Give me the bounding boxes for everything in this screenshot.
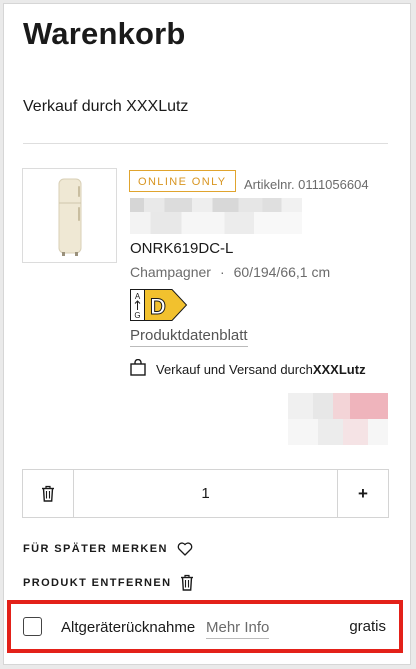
- datasheet-link[interactable]: Produktdatenblatt: [130, 327, 248, 347]
- product-color: Champagner: [130, 264, 211, 280]
- increase-quantity-button[interactable]: +: [337, 470, 388, 517]
- trash-icon: [180, 574, 194, 591]
- save-for-later-label: FÜR SPÄTER MERKEN: [23, 543, 168, 555]
- quantity-value[interactable]: 1: [74, 470, 337, 517]
- save-for-later-button[interactable]: FÜR SPÄTER MERKEN: [23, 542, 193, 556]
- energy-scale-bottom: G: [134, 311, 140, 320]
- heart-icon: [177, 542, 193, 556]
- shipping-text: Verkauf und Versand durch: [156, 361, 313, 377]
- product-model: ONRK619DC-L: [130, 240, 234, 257]
- price-redacted: [288, 393, 388, 445]
- fridge-image-icon: [58, 178, 82, 256]
- page-title: Warenkorb: [23, 16, 186, 51]
- recycling-checkbox[interactable]: [23, 617, 42, 636]
- remove-product-label: PRODUKT ENTFERNEN: [23, 576, 172, 589]
- recycling-price: gratis: [349, 618, 386, 635]
- article-number: Artikelnr. 0111056604: [244, 177, 369, 192]
- shipping-info: Verkauf und Versand durch XXXLutz: [130, 358, 366, 379]
- seller-heading: Verkauf durch XXXLutz: [23, 98, 189, 115]
- energy-class-icon: A G D: [130, 289, 188, 321]
- cart-card: Warenkorb Verkauf durch XXXLutz ONLINE O…: [3, 3, 411, 665]
- energy-scale-top: A: [135, 292, 141, 301]
- more-info-link[interactable]: Mehr Info: [206, 619, 270, 639]
- trash-icon: [42, 485, 54, 502]
- energy-label[interactable]: A G D: [130, 289, 188, 326]
- recycling-option: Altgeräterücknahme Mehr Info gratis: [7, 600, 403, 653]
- divider: [23, 143, 388, 144]
- product-name-redacted: [130, 198, 302, 234]
- quantity-stepper: 1 +: [22, 469, 389, 518]
- online-only-badge: ONLINE ONLY: [129, 170, 236, 192]
- shipping-brand: XXXLutz: [312, 361, 366, 377]
- product-variant: Champagner · 60/194/66,1 cm: [130, 264, 330, 280]
- variant-separator: ·: [219, 264, 225, 280]
- product-image[interactable]: [22, 168, 117, 263]
- recycling-label[interactable]: Altgeräterücknahme: [61, 619, 195, 636]
- shopping-bag-icon: [130, 358, 146, 379]
- product-dimensions: 60/194/66,1 cm: [233, 264, 331, 280]
- energy-class-letter: D: [150, 294, 166, 319]
- remove-product-button[interactable]: PRODUKT ENTFERNEN: [23, 574, 194, 591]
- delete-button[interactable]: [23, 470, 74, 517]
